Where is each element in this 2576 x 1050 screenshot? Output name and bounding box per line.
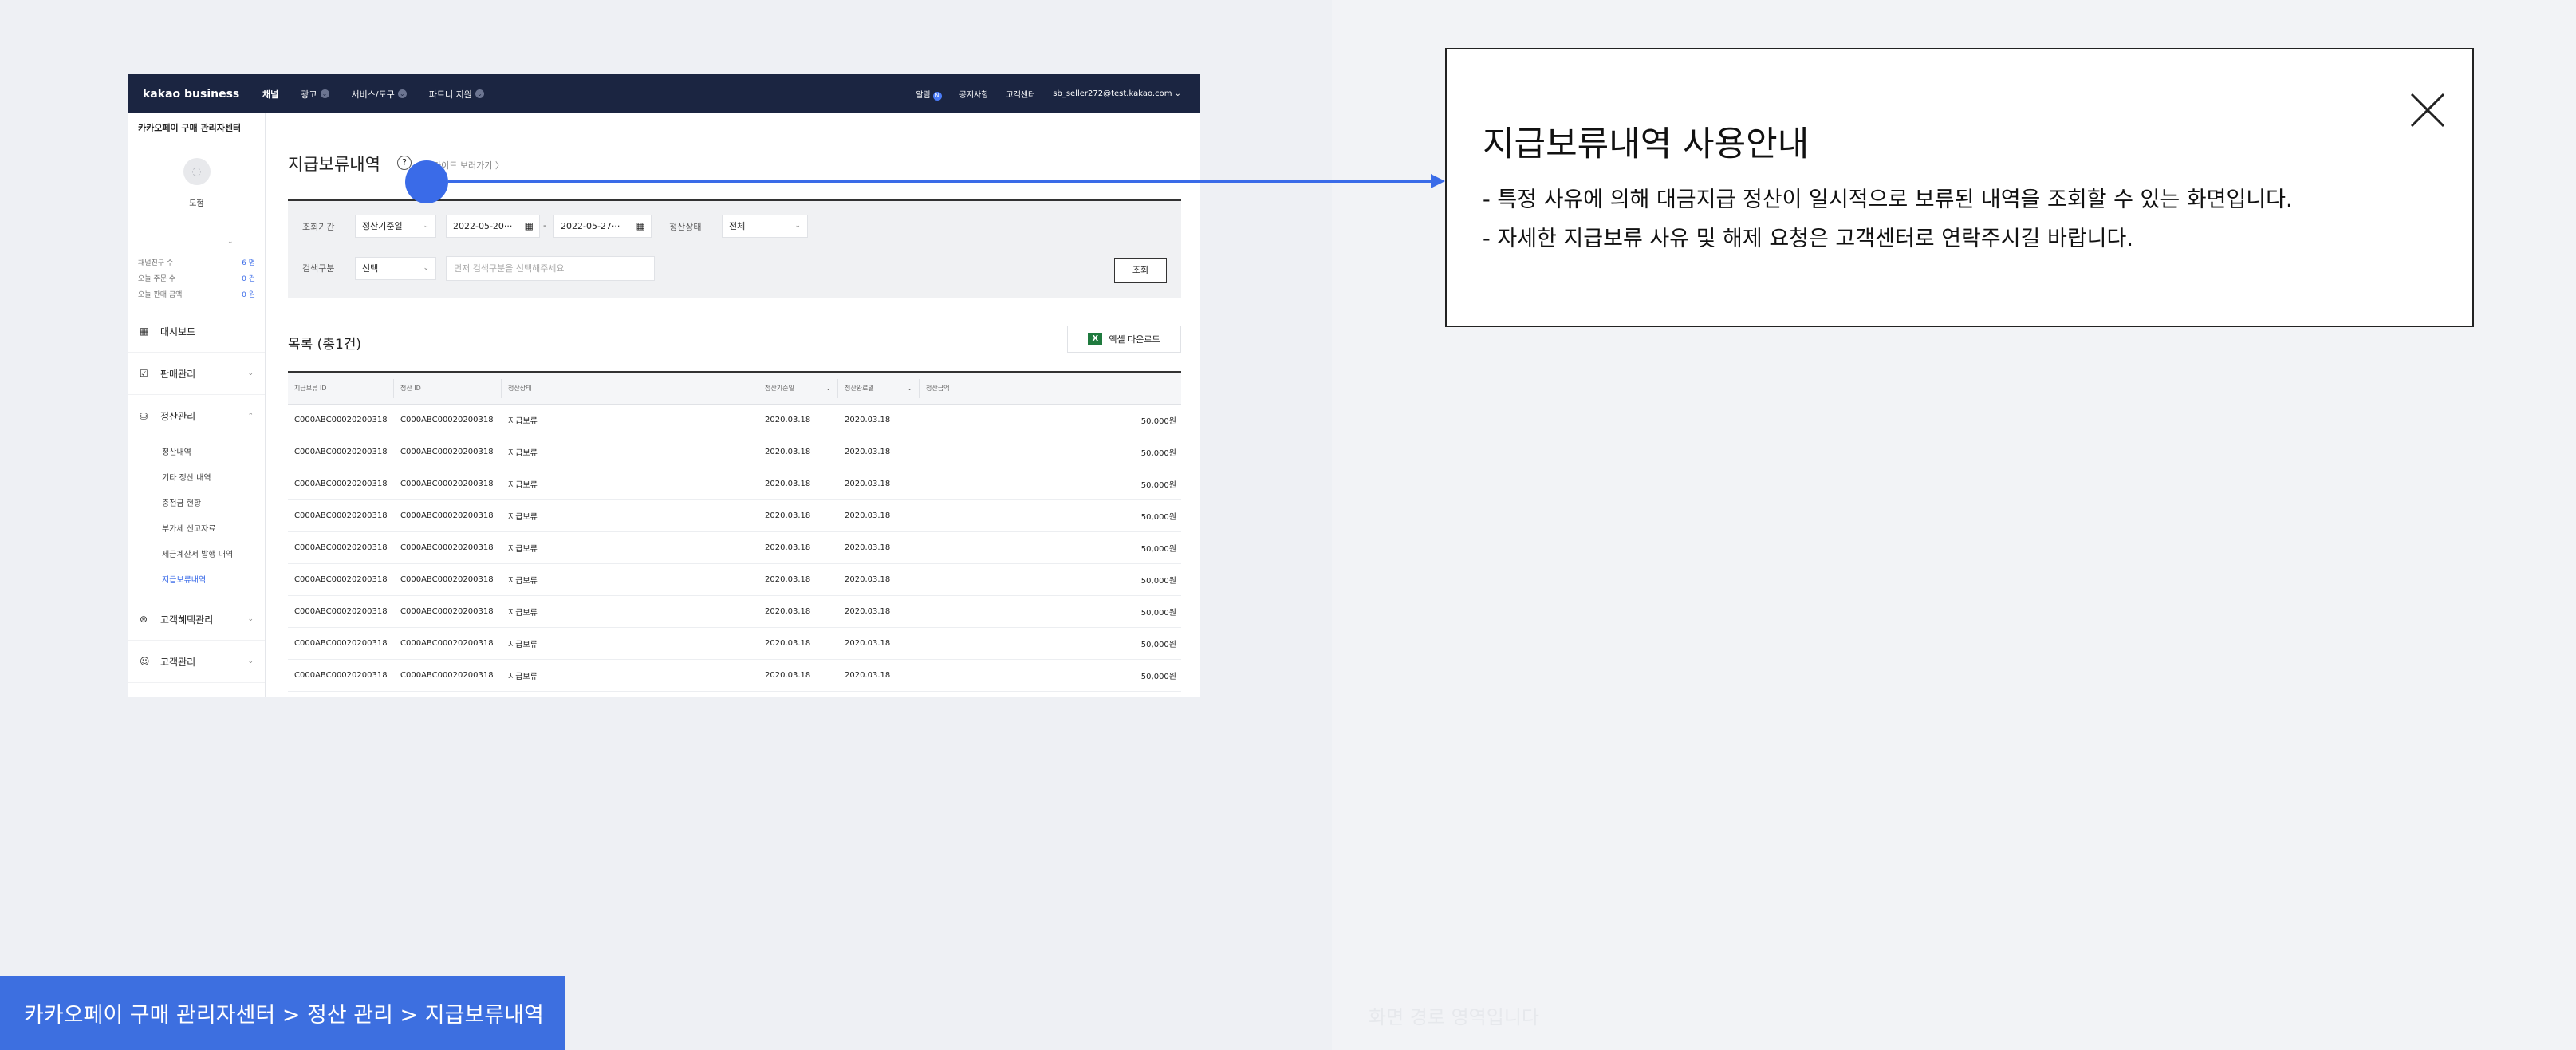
info-panel: 지급보류내역 사용안내 - 특정 사유에 의해 대금지급 정산이 일시적으로 보…: [1445, 48, 2474, 327]
info-line: - 특정 사유에 의해 대금지급 정산이 일시적으로 보류된 내역을 조회할 수…: [1483, 188, 2293, 212]
info-title: 지급보류내역 사용안내: [1483, 124, 1810, 164]
close-icon[interactable]: [2409, 91, 2447, 129]
bottom-note: 화면 경로 영역입니다: [1369, 1006, 1539, 1028]
breadcrumb: 카카오페이 구매 관리자센터 > 정산 관리 > 지급보류내역: [0, 976, 565, 1050]
arrowhead: [1431, 174, 1445, 188]
info-line: - 자세한 지급보류 사유 및 해제 요청은 고객센터로 연락주시길 바랍니다.: [1483, 227, 2133, 251]
callout-pointer: [405, 160, 448, 203]
